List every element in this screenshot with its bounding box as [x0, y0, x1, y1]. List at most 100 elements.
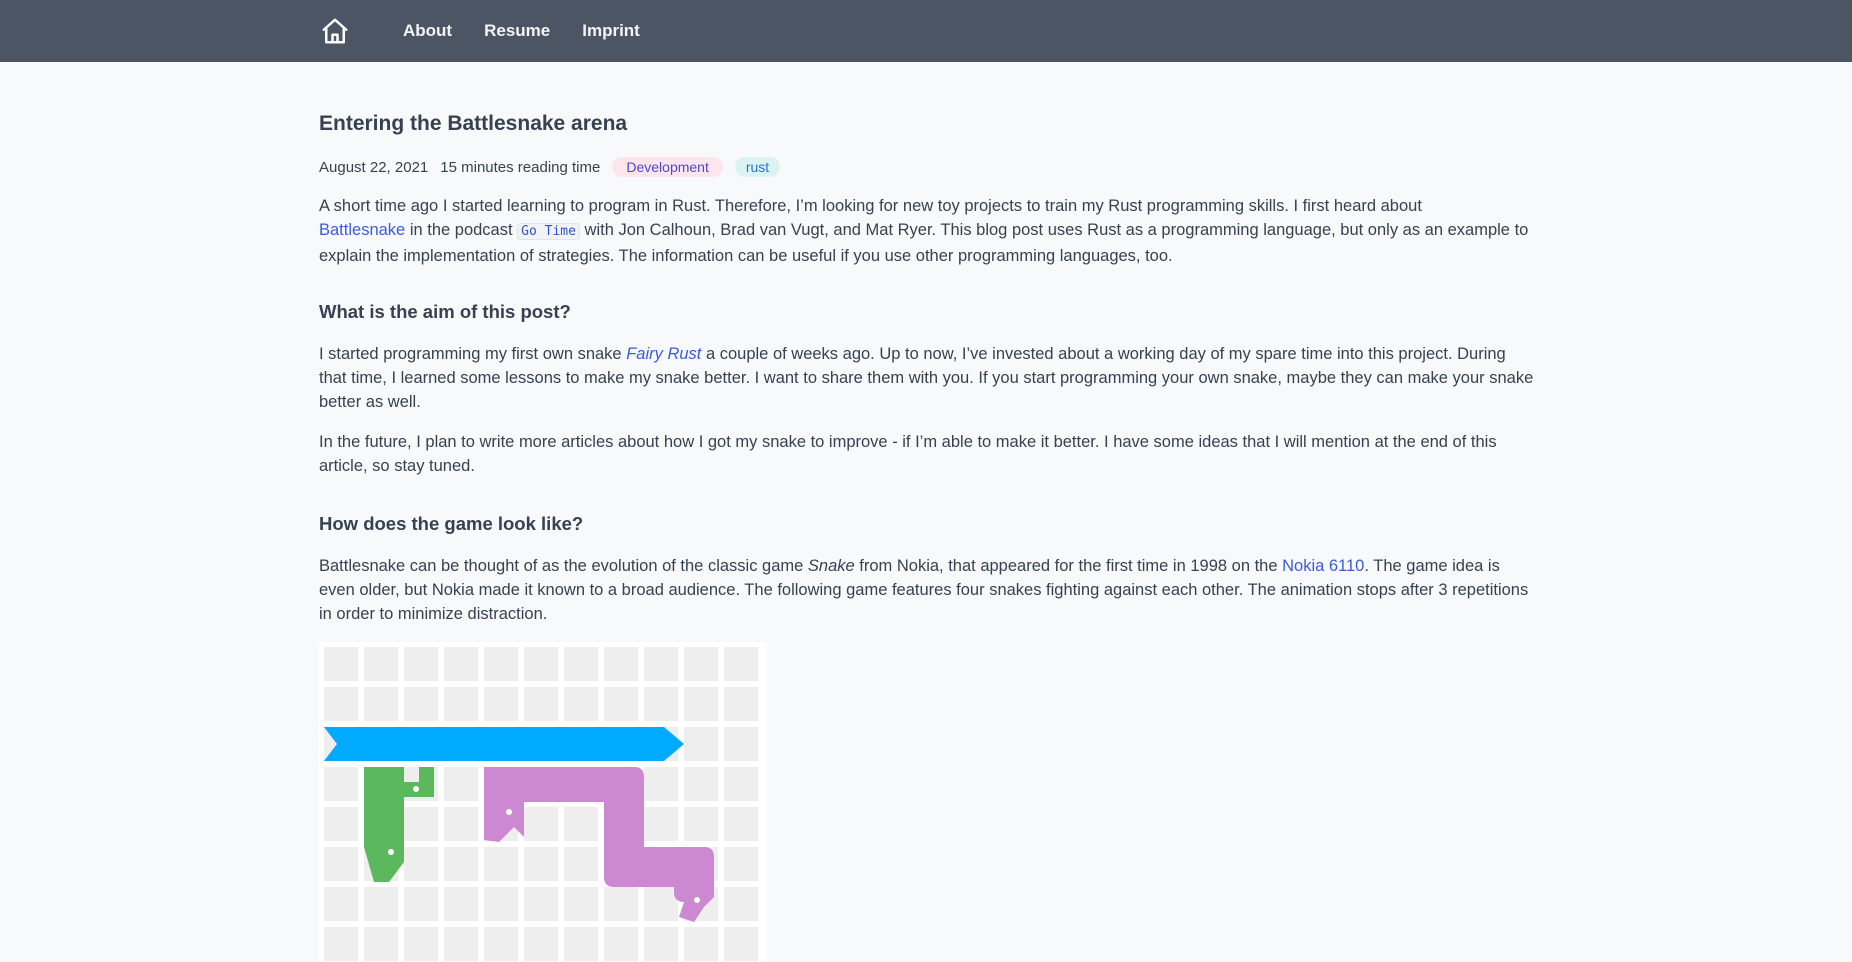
board-cell: [484, 887, 518, 921]
purple-snake: [484, 767, 714, 922]
board-cell: [724, 767, 758, 801]
board-cell: [564, 647, 598, 681]
board-cell: [684, 647, 718, 681]
tag-development[interactable]: Development: [612, 157, 723, 177]
board-cell: [684, 687, 718, 721]
nav-resume-link[interactable]: Resume: [484, 21, 550, 41]
board-cell: [724, 647, 758, 681]
board-cell: [564, 687, 598, 721]
aim-text-1: I started programming my first own snake: [319, 345, 627, 363]
board-cell: [644, 687, 678, 721]
fairy-rust-label: Fairy Rust: [626, 345, 702, 363]
board-cell: [724, 847, 758, 881]
board-cell: [444, 687, 478, 721]
board-cell: [484, 647, 518, 681]
board-cell: [324, 647, 358, 681]
board-cell: [604, 887, 638, 921]
board-cell: [564, 807, 598, 841]
board-cell: [684, 807, 718, 841]
board-cell: [364, 687, 398, 721]
aim-paragraph-1: I started programming my first own snake…: [319, 342, 1534, 414]
board-cell: [404, 847, 438, 881]
reading-time: 15 minutes reading time: [440, 158, 601, 176]
post-title: Entering the Battlesnake arena: [319, 112, 628, 135]
green-snake-eye: [388, 849, 394, 855]
board-cell: [444, 647, 478, 681]
board-cell: [444, 807, 478, 841]
post-meta: August 22, 2021 15 minutes reading time …: [319, 157, 781, 177]
board-cell: [644, 887, 678, 921]
board-cell: [644, 927, 678, 961]
board-cell: [684, 727, 718, 761]
board-cell: [444, 767, 478, 801]
board-cell: [324, 847, 358, 881]
board-cell: [684, 767, 718, 801]
aim-paragraph-2: In the future, I plan to write more arti…: [319, 433, 1497, 475]
board-cell: [724, 927, 758, 961]
board-cell: [484, 847, 518, 881]
board-cell: [644, 807, 678, 841]
fairy-rust-link[interactable]: Fairy Rust: [626, 345, 701, 363]
battlesnake-link[interactable]: Battlesnake: [319, 221, 405, 239]
board-cell: [724, 807, 758, 841]
intro-paragraph: A short time ago I started learning to p…: [319, 194, 1534, 268]
home-icon[interactable]: [318, 14, 352, 48]
game-paragraph: Battlesnake can be thought of as the evo…: [319, 554, 1534, 626]
board-cell: [564, 847, 598, 881]
nokia-6110-link[interactable]: Nokia 6110: [1282, 557, 1364, 575]
board-cell: [524, 647, 558, 681]
battlesnake-game-animation: [319, 642, 767, 962]
game-text-2: from Nokia, that appeared for the first …: [854, 557, 1283, 575]
board-cell: [484, 927, 518, 961]
post-date: August 22, 2021: [319, 158, 429, 176]
board-cell: [724, 887, 758, 921]
board-cell: [324, 767, 358, 801]
board-cell: [684, 927, 718, 961]
board-cell: [404, 687, 438, 721]
board-cell: [324, 687, 358, 721]
board-cell: [404, 887, 438, 921]
purple-snake-eye: [506, 809, 512, 815]
board-cell: [404, 927, 438, 961]
top-navigation-bar: About Resume Imprint: [0, 0, 1852, 62]
main-nav: About Resume Imprint: [403, 0, 640, 62]
board-cell: [604, 927, 638, 961]
go-time-code: Go Time: [517, 223, 580, 240]
intro-text-1: A short time ago I started learning to p…: [319, 197, 1422, 215]
board-cell: [404, 647, 438, 681]
board-cell: [484, 687, 518, 721]
heading-aim: What is the aim of this post?: [319, 301, 571, 322]
board-cell: [444, 847, 478, 881]
board-cell: [524, 687, 558, 721]
board-cell: [524, 927, 558, 961]
board-cell: [524, 807, 558, 841]
board-cell: [364, 647, 398, 681]
board-cell: [724, 727, 758, 761]
nav-imprint-link[interactable]: Imprint: [582, 21, 640, 41]
board-cell: [644, 767, 678, 801]
green-snake-eye: [413, 786, 419, 792]
board-cell: [604, 687, 638, 721]
board-cell: [524, 887, 558, 921]
board-cell: [364, 887, 398, 921]
board-cell: [444, 887, 478, 921]
snake-emphasis: Snake: [807, 557, 855, 575]
board-cell: [404, 807, 438, 841]
board-cell: [324, 927, 358, 961]
board-cell: [724, 687, 758, 721]
nav-about-link[interactable]: About: [403, 21, 452, 41]
tag-rust[interactable]: rust: [734, 157, 781, 177]
board-cell: [564, 927, 598, 961]
blue-snake: [324, 727, 684, 761]
board-cell: [324, 807, 358, 841]
board-cell: [644, 647, 678, 681]
board-cell: [444, 927, 478, 961]
board-cell: [324, 887, 358, 921]
board-cell: [564, 887, 598, 921]
game-text-1: Battlesnake can be thought of as the evo…: [319, 557, 808, 575]
board-cell: [364, 927, 398, 961]
game-board: [324, 647, 758, 961]
intro-text-2: in the podcast: [405, 221, 518, 239]
board-cell: [604, 647, 638, 681]
board-cell: [524, 847, 558, 881]
